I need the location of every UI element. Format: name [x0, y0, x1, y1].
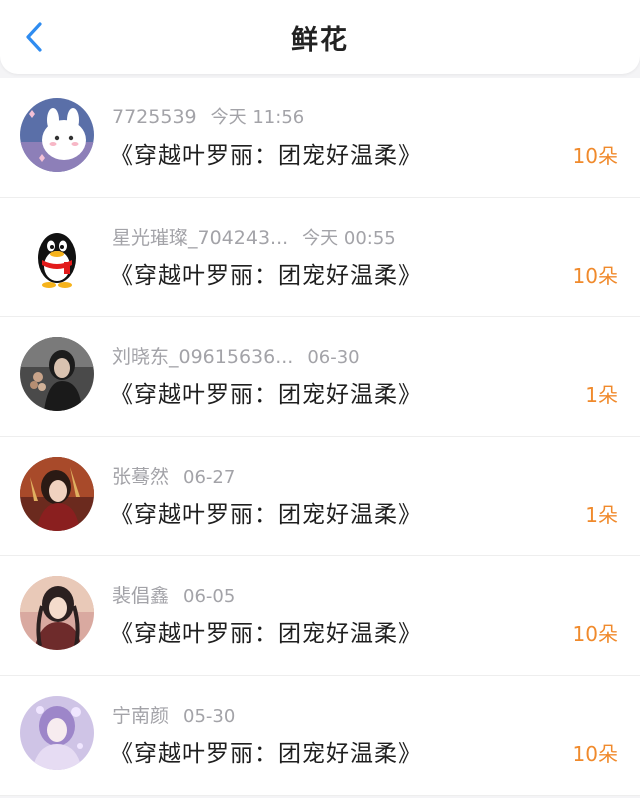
- avatar[interactable]: [20, 98, 94, 172]
- sender-meta: 刘晓东_09615636... 06-30: [112, 342, 360, 369]
- book-title[interactable]: 《穿越叶罗丽：团宠好温柔》: [110, 375, 422, 409]
- gift-time: 今天 00:55: [302, 227, 396, 249]
- sender-meta: 张蓦然 06-27: [112, 462, 235, 489]
- anime-avatar: [20, 456, 94, 531]
- list-item[interactable]: 星光璀璨_704243... 今天 00:55 《穿越叶罗丽：团宠好温柔》 10朵: [0, 197, 640, 318]
- cartoon-bunny-avatar: [20, 98, 94, 172]
- flower-gift-list: 7725539 今天 11:56 《穿越叶罗丽：团宠好温柔》 10朵 星光璀璨_…: [0, 78, 640, 796]
- sender-name: 星光璀璨_704243...: [112, 226, 289, 249]
- sender-meta: 裴倡鑫 06-05: [112, 581, 235, 608]
- book-title[interactable]: 《穿越叶罗丽：团宠好温柔》: [110, 495, 422, 529]
- top-nav-bar: 鲜花: [0, 0, 640, 74]
- book-title[interactable]: 《穿越叶罗丽：团宠好温柔》: [110, 256, 422, 290]
- flower-count: 10朵: [572, 144, 618, 168]
- list-item[interactable]: 张蓦然 06-27 《穿越叶罗丽：团宠好温柔》 1朵: [0, 436, 640, 557]
- avatar[interactable]: [20, 217, 94, 292]
- sender-meta: 宁南颜 05-30: [112, 701, 235, 728]
- sender-meta: 7725539 今天 11:56: [112, 103, 304, 129]
- page-title: 鲜花: [291, 25, 349, 56]
- qq-penguin-avatar: [20, 217, 94, 292]
- avatar[interactable]: [20, 456, 94, 531]
- book-title[interactable]: 《穿越叶罗丽：团宠好温柔》: [110, 614, 422, 648]
- book-title[interactable]: 《穿越叶罗丽：团宠好温柔》: [110, 136, 422, 170]
- gift-time: 05-30: [183, 705, 236, 727]
- sender-name: 刘晓东_09615636...: [112, 346, 294, 369]
- list-item[interactable]: 7725539 今天 11:56 《穿越叶罗丽：团宠好温柔》 10朵: [0, 78, 640, 198]
- gift-time: 今天 11:56: [210, 107, 305, 128]
- gift-time: 06-27: [183, 466, 236, 488]
- sender-name: 宁南颜: [112, 704, 170, 727]
- list-item[interactable]: 宁南颜 05-30 《穿越叶罗丽：团宠好温柔》 10朵: [0, 675, 640, 796]
- list-item[interactable]: 裴倡鑫 06-05 《穿越叶罗丽：团宠好温柔》 10朵: [0, 556, 640, 676]
- photo-avatar: [20, 337, 94, 412]
- avatar[interactable]: [20, 576, 94, 651]
- sender-name: 7725539: [112, 106, 197, 128]
- avatar[interactable]: [20, 695, 94, 770]
- sender-name: 裴倡鑫: [112, 585, 170, 608]
- gift-time: 06-30: [307, 347, 360, 369]
- flower-count: 10朵: [572, 741, 618, 766]
- sender-meta: 星光璀璨_704243... 今天 00:55: [112, 223, 396, 250]
- anime-avatar: [20, 576, 94, 651]
- flower-count: 1朵: [585, 383, 618, 408]
- avatar[interactable]: [20, 337, 94, 412]
- sender-name: 张蓦然: [112, 465, 170, 488]
- flower-count: 10朵: [572, 622, 618, 647]
- gift-time: 06-05: [183, 586, 236, 608]
- flower-count: 1朵: [585, 502, 618, 527]
- anime-girl-avatar: [20, 695, 94, 770]
- flower-count: 10朵: [572, 263, 618, 288]
- book-title[interactable]: 《穿越叶罗丽：团宠好温柔》: [110, 734, 422, 768]
- list-item[interactable]: 刘晓东_09615636... 06-30 《穿越叶罗丽：团宠好温柔》 1朵: [0, 317, 640, 437]
